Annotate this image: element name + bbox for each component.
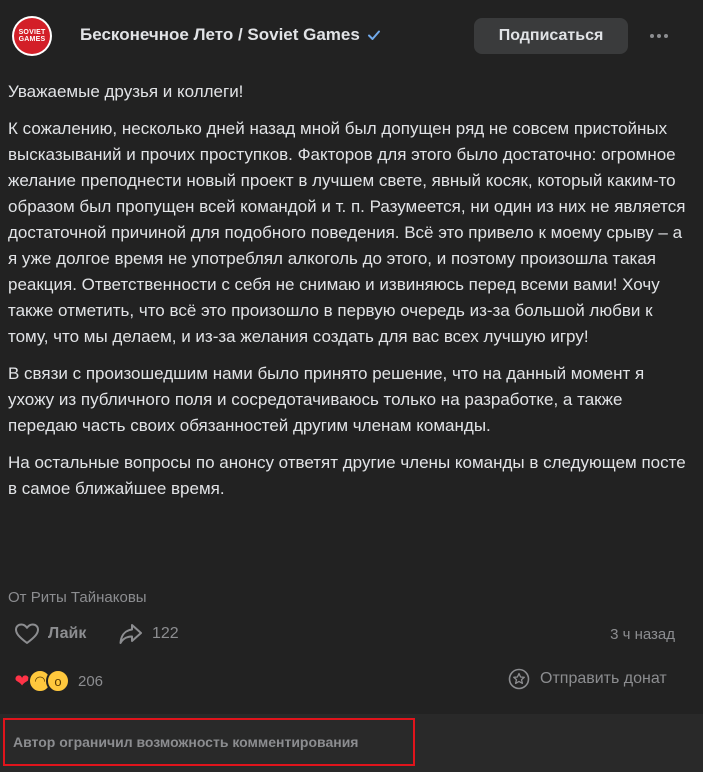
- like-button[interactable]: Лайк: [14, 622, 86, 646]
- share-button[interactable]: 122: [118, 622, 179, 646]
- post-paragraph: На остальные вопросы по анонсу ответят д…: [8, 453, 686, 498]
- star-icon: [508, 668, 530, 690]
- comments-restricted-notice: Автор ограничил возможность комментирова…: [3, 718, 415, 766]
- shocked-reaction-icon: o: [46, 669, 70, 693]
- reactions-summary[interactable]: ❤ ◠ o 206: [10, 668, 103, 694]
- share-count: 122: [152, 625, 179, 642]
- post-paragraph: К сожалению, несколько дней назад мной б…: [8, 119, 686, 346]
- verified-icon: [367, 30, 380, 40]
- author-name-link[interactable]: Бесконечное Лето / Soviet Games: [80, 25, 382, 45]
- post-paragraph: Уважаемые друзья и коллеги!: [8, 82, 244, 101]
- donate-button[interactable]: Отправить донат: [508, 668, 667, 690]
- donate-label: Отправить донат: [540, 670, 667, 687]
- avatar-logo-line-1: SOVIET: [18, 29, 46, 36]
- post-text: Уважаемые друзья и коллеги! К сожалению,…: [8, 79, 694, 513]
- like-label: Лайк: [48, 625, 87, 642]
- post-paragraph: В связи с произошедшим нами было принято…: [8, 364, 645, 435]
- reactions-count: 206: [78, 672, 104, 690]
- dot: [664, 34, 668, 38]
- post-header: SOVIET GAMES Бесконечное Лето / Soviet G…: [0, 0, 703, 72]
- post-actions: Лайк 122 3 ч назад: [0, 618, 703, 652]
- post-card: SOVIET GAMES Бесконечное Лето / Soviet G…: [0, 0, 703, 772]
- comments-area: Автор ограничил возможность комментирова…: [0, 714, 703, 772]
- heart-icon: [15, 623, 39, 644]
- more-options-icon[interactable]: [644, 24, 674, 48]
- comments-restricted-text: Автор ограничил возможность комментирова…: [13, 734, 359, 750]
- community-avatar[interactable]: SOVIET GAMES: [12, 16, 52, 56]
- post-source[interactable]: От Риты Тайнаковы: [8, 589, 147, 606]
- dot: [657, 34, 661, 38]
- avatar-logo-line-2: GAMES: [18, 36, 46, 43]
- share-icon: [119, 624, 142, 644]
- post-time[interactable]: 3 ч назад: [610, 626, 675, 643]
- author-name: Бесконечное Лето / Soviet Games: [80, 25, 360, 44]
- subscribe-button[interactable]: Подписаться: [474, 18, 628, 54]
- dot: [650, 34, 654, 38]
- avatar-logo: SOVIET GAMES: [14, 18, 50, 54]
